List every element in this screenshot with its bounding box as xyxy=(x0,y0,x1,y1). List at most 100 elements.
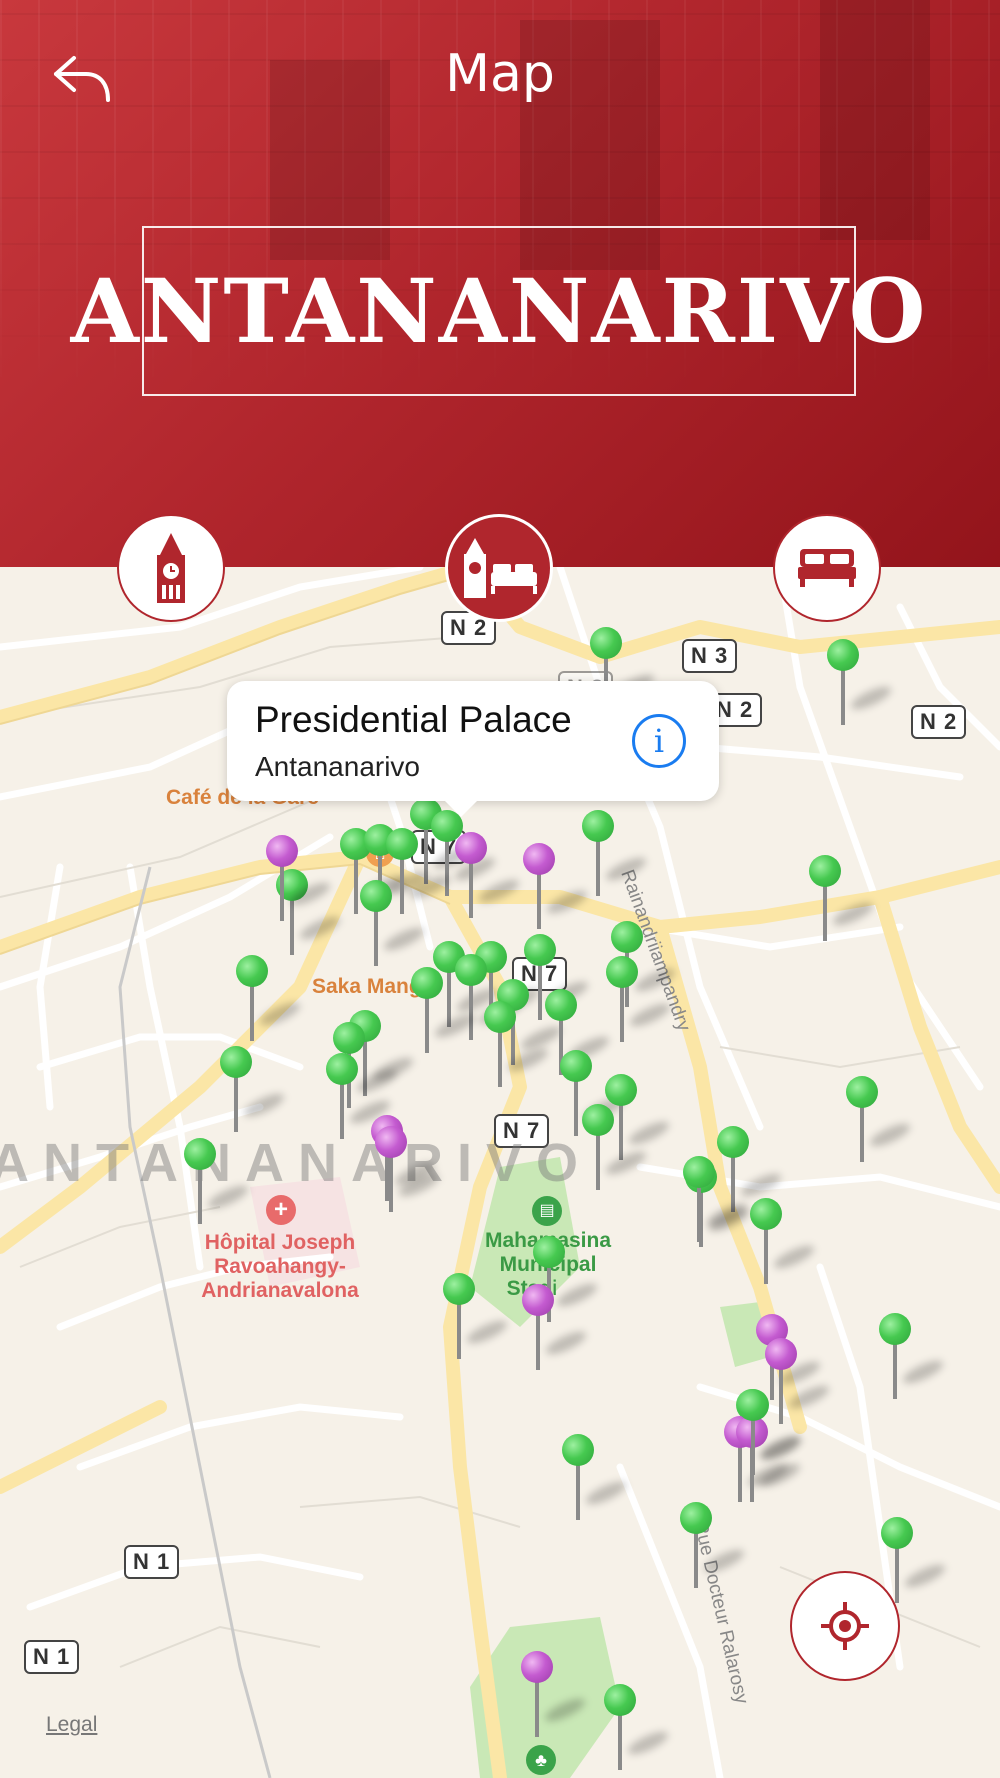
pin-stem xyxy=(250,981,254,1041)
pin-head xyxy=(827,639,859,671)
pin-stem xyxy=(576,1460,580,1520)
info-icon[interactable]: i xyxy=(632,714,686,768)
road-shield: N 2 xyxy=(911,705,967,739)
pin-stem xyxy=(620,982,624,1042)
pin-stem xyxy=(697,1182,701,1242)
bed-icon xyxy=(798,549,856,587)
pin-stem xyxy=(596,836,600,896)
pin-stem xyxy=(596,1130,600,1190)
attractions-and-hotels-filter-button[interactable] xyxy=(445,514,553,622)
pin-stem xyxy=(618,1710,622,1770)
header: Map ANTANANARIVO xyxy=(0,0,1000,567)
pin-head xyxy=(737,1389,769,1421)
pin-head xyxy=(386,828,418,860)
stadium-icon: ▤ xyxy=(532,1196,562,1226)
pin-head xyxy=(360,880,392,912)
pin-stem xyxy=(469,980,473,1040)
callout-subtitle: Antananarivo xyxy=(255,751,421,782)
attractions-filter-button[interactable] xyxy=(117,514,225,622)
crosshair-icon xyxy=(821,1602,869,1650)
pin-stem xyxy=(469,858,473,918)
clock-tower-icon xyxy=(157,533,185,603)
pin-head xyxy=(683,1156,715,1188)
pin-head xyxy=(484,1001,516,1033)
pin-stem xyxy=(694,1528,698,1588)
pin-head xyxy=(846,1076,878,1108)
pin-stem xyxy=(340,1079,344,1139)
page-title: Map xyxy=(445,44,555,104)
pin-stem xyxy=(738,1442,742,1502)
place-callout[interactable]: Presidential Palace Antananarivo i xyxy=(227,681,719,817)
hospital-name-line: Ravoahangy- xyxy=(214,1255,346,1278)
pin-head xyxy=(266,835,298,867)
hotels-filter-button[interactable] xyxy=(773,514,881,622)
pin-stem xyxy=(374,906,378,966)
pin-head xyxy=(879,1313,911,1345)
pin-head xyxy=(562,1434,594,1466)
pin-head xyxy=(524,934,556,966)
pin-head xyxy=(545,989,577,1021)
pin-head xyxy=(455,832,487,864)
pin-head xyxy=(750,1198,782,1230)
pin-stem xyxy=(619,1100,623,1160)
pin-head xyxy=(717,1126,749,1158)
pin-stem xyxy=(445,836,449,896)
pin-head xyxy=(522,1284,554,1316)
pin-stem xyxy=(498,1027,502,1087)
pin-head xyxy=(606,956,638,988)
pin-stem xyxy=(425,993,429,1053)
city-name: ANTANANARIVO xyxy=(70,259,928,363)
pin-stem xyxy=(389,1152,393,1212)
pin-stem xyxy=(198,1164,202,1224)
park-icon: ♣ xyxy=(526,1745,556,1775)
pin-stem xyxy=(779,1364,783,1424)
pin-stem xyxy=(574,1076,578,1136)
pin-head xyxy=(443,1273,475,1305)
pin-stem xyxy=(234,1072,238,1132)
pin-head xyxy=(809,855,841,887)
map-label-hospital: Hôpital Joseph Ravoahangy- Andrianavalon… xyxy=(194,1231,366,1303)
hospital-name-line: Andrianavalona xyxy=(201,1279,359,1302)
pin-stem xyxy=(823,881,827,941)
pin-head xyxy=(523,843,555,875)
pin-head xyxy=(560,1050,592,1082)
header-building-shape xyxy=(820,0,930,240)
legal-link[interactable]: Legal xyxy=(46,1713,97,1737)
pin-stem xyxy=(354,854,358,914)
pin-head xyxy=(184,1138,216,1170)
pin-stem xyxy=(447,967,451,1027)
pin-stem xyxy=(893,1339,897,1399)
pin-head xyxy=(604,1684,636,1716)
road-shield: N 1 xyxy=(24,1640,80,1674)
pin-head xyxy=(455,954,487,986)
road-shield: N 3 xyxy=(682,639,738,673)
city-title-box: ANTANANARIVO xyxy=(71,226,925,396)
pin-stem xyxy=(538,960,542,1020)
pin-stem xyxy=(751,1415,755,1475)
pin-stem xyxy=(537,869,541,929)
pin-stem xyxy=(764,1224,768,1284)
road-shield: N 1 xyxy=(124,1545,180,1579)
callout-title: Presidential Palace xyxy=(255,699,572,740)
pin-stem xyxy=(400,854,404,914)
hospital-icon: + xyxy=(266,1195,296,1225)
pin-head xyxy=(611,921,643,953)
pin-head xyxy=(881,1517,913,1549)
pin-head xyxy=(765,1338,797,1370)
pin-stem xyxy=(536,1310,540,1370)
area-watermark: ANTANANARIVO xyxy=(0,1133,592,1193)
pin-stem xyxy=(535,1677,539,1737)
hospital-name-line: Hôpital Joseph xyxy=(204,1231,356,1254)
pin-head xyxy=(333,1022,365,1054)
locate-me-button[interactable] xyxy=(790,1571,900,1681)
pin-head xyxy=(236,955,268,987)
pin-head xyxy=(220,1046,252,1078)
pin-head xyxy=(605,1074,637,1106)
pin-head xyxy=(590,627,622,659)
pin-stem xyxy=(841,665,845,725)
pin-stem xyxy=(731,1152,735,1212)
pin-stem xyxy=(860,1102,864,1162)
pin-head xyxy=(533,1236,565,1268)
pin-head xyxy=(326,1053,358,1085)
pin-stem xyxy=(895,1543,899,1603)
